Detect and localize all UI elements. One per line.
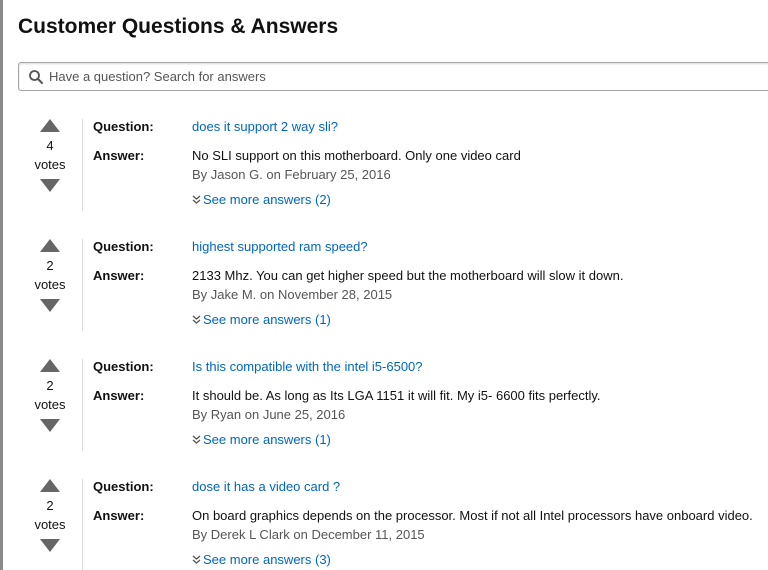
vote-divider bbox=[82, 119, 83, 211]
downvote-arrow-icon[interactable] bbox=[40, 419, 60, 432]
double-chevron-down-icon bbox=[192, 315, 201, 324]
see-more-answers-label: See more answers (1) bbox=[203, 432, 331, 447]
question-link[interactable]: highest supported ram speed? bbox=[192, 239, 368, 255]
vote-label: votes bbox=[34, 517, 66, 532]
vote-count: 2 bbox=[46, 258, 54, 273]
answer-label: Answer: bbox=[93, 508, 145, 523]
vote-label: votes bbox=[34, 277, 66, 292]
downvote-arrow-icon[interactable] bbox=[40, 179, 60, 192]
see-more-answers-link[interactable]: See more answers (1) bbox=[192, 312, 331, 328]
qa-item: 4 votes Question: does it support 2 way … bbox=[0, 119, 768, 239]
double-chevron-down-icon bbox=[192, 555, 201, 564]
double-chevron-down-icon bbox=[192, 195, 201, 204]
vote-count: 2 bbox=[46, 378, 54, 393]
vote-divider bbox=[82, 239, 83, 331]
vote-widget: 2 votes bbox=[30, 479, 70, 559]
question-label: Question: bbox=[93, 479, 154, 494]
downvote-arrow-icon[interactable] bbox=[40, 539, 60, 552]
search-input[interactable] bbox=[49, 63, 749, 90]
question-label: Question: bbox=[93, 239, 154, 254]
upvote-arrow-icon[interactable] bbox=[40, 359, 60, 372]
vote-widget: 2 votes bbox=[30, 359, 70, 439]
answer-text: On board graphics depends on the process… bbox=[192, 508, 753, 523]
see-more-answers-label: See more answers (1) bbox=[203, 312, 331, 327]
page-title: Customer Questions & Answers bbox=[18, 15, 339, 38]
vote-label: votes bbox=[34, 157, 66, 172]
question-label: Question: bbox=[93, 359, 154, 374]
vote-divider bbox=[82, 479, 83, 570]
qa-item: 2 votes Question: Is this compatible wit… bbox=[0, 359, 768, 479]
answer-text: No SLI support on this motherboard. Only… bbox=[192, 148, 521, 163]
downvote-arrow-icon[interactable] bbox=[40, 299, 60, 312]
qa-item: 2 votes Question: dose it has a video ca… bbox=[0, 479, 768, 570]
question-label: Question: bbox=[93, 119, 154, 134]
answer-text: It should be. As long as Its LGA 1151 it… bbox=[192, 388, 601, 403]
answer-byline: By Derek L Clark on December 11, 2015 bbox=[192, 527, 425, 542]
answer-label: Answer: bbox=[93, 148, 145, 163]
vote-count: 2 bbox=[46, 498, 54, 513]
double-chevron-down-icon bbox=[192, 435, 201, 444]
see-more-answers-link[interactable]: See more answers (3) bbox=[192, 552, 331, 568]
vote-label: votes bbox=[34, 397, 66, 412]
search-icon bbox=[29, 70, 43, 84]
upvote-arrow-icon[interactable] bbox=[40, 119, 60, 132]
answer-text: 2133 Mhz. You can get higher speed but t… bbox=[192, 268, 624, 283]
search-box[interactable] bbox=[18, 62, 768, 91]
qa-item: 2 votes Question: highest supported ram … bbox=[0, 239, 768, 359]
answer-byline: By Jake M. on November 28, 2015 bbox=[192, 287, 393, 302]
answer-byline: By Jason G. on February 25, 2016 bbox=[192, 167, 391, 182]
vote-divider bbox=[82, 359, 83, 451]
see-more-answers-link[interactable]: See more answers (1) bbox=[192, 432, 331, 448]
see-more-answers-label: See more answers (2) bbox=[203, 192, 331, 207]
answer-label: Answer: bbox=[93, 268, 145, 283]
upvote-arrow-icon[interactable] bbox=[40, 479, 60, 492]
vote-count: 4 bbox=[46, 138, 54, 153]
upvote-arrow-icon[interactable] bbox=[40, 239, 60, 252]
answer-byline: By Ryan on June 25, 2016 bbox=[192, 407, 346, 422]
answer-label: Answer: bbox=[93, 388, 145, 403]
vote-widget: 4 votes bbox=[30, 119, 70, 199]
question-link[interactable]: Is this compatible with the intel i5-650… bbox=[192, 359, 423, 375]
see-more-answers-label: See more answers (3) bbox=[203, 552, 331, 567]
question-link[interactable]: dose it has a video card ? bbox=[192, 479, 340, 495]
see-more-answers-link[interactable]: See more answers (2) bbox=[192, 192, 331, 208]
question-link[interactable]: does it support 2 way sli? bbox=[192, 119, 338, 135]
vote-widget: 2 votes bbox=[30, 239, 70, 319]
